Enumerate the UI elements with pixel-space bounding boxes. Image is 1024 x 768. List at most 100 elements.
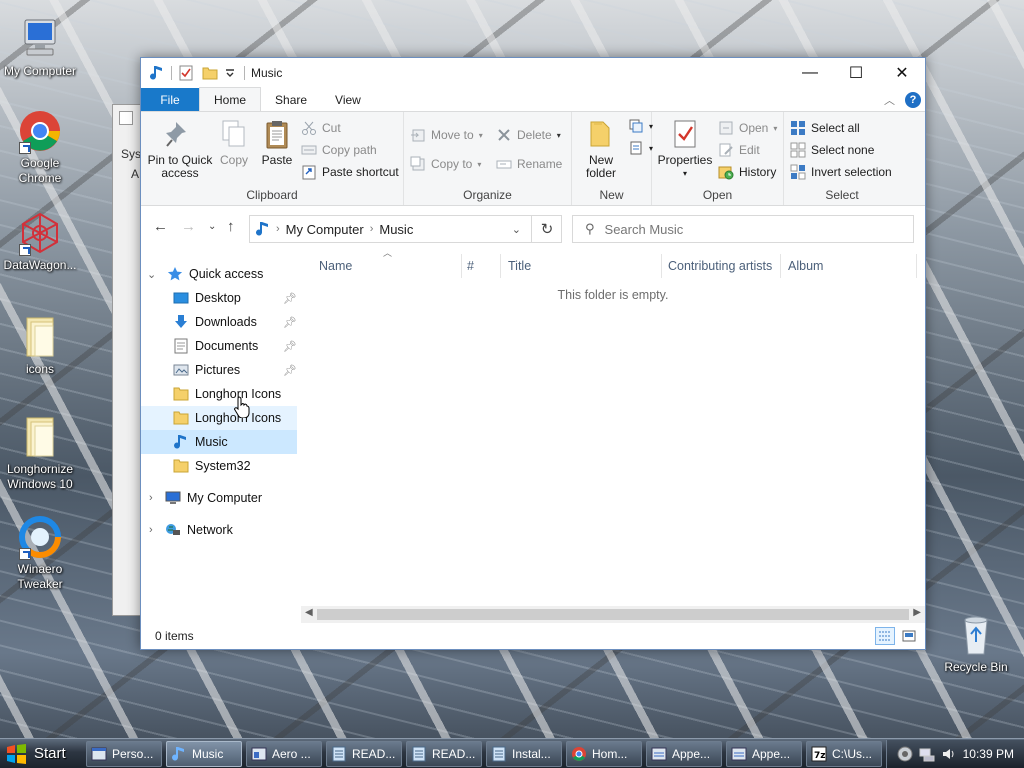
tab-share[interactable]: Share [261, 88, 321, 111]
address-bar[interactable]: › My Computer › Music ⌄ [249, 215, 562, 243]
new-item-button[interactable]: ▾ [628, 116, 653, 136]
address-dropdown-chevron-icon[interactable]: ⌄ [512, 223, 521, 236]
expand-network-chevron-icon[interactable]: › [149, 524, 153, 536]
desktop-icon-google-chrome[interactable]: Google Chrome [0, 108, 80, 186]
maximize-button[interactable]: ☐ [833, 58, 879, 88]
nav-quick-access[interactable]: Quick access [167, 262, 297, 286]
paste-shortcut-button[interactable]: Paste shortcut [301, 162, 399, 182]
taskbar-button[interactable]: Perso... [86, 740, 162, 767]
history-button[interactable]: History [718, 162, 776, 182]
breadcrumb-music[interactable]: Music [379, 222, 413, 237]
quick-access-dropdown-icon[interactable] [222, 65, 238, 81]
back-arrow-icon[interactable]: ← [153, 218, 168, 235]
desktop-icon-my-computer[interactable]: My Computer [0, 16, 80, 79]
column-divider[interactable] [661, 254, 662, 278]
speaker-icon[interactable] [941, 746, 957, 762]
scrollbar-thumb[interactable] [317, 609, 909, 620]
paste-button[interactable]: Paste [257, 116, 297, 167]
column-divider[interactable] [780, 254, 781, 278]
nav-item-longhorn-icons[interactable]: Longhorn Icons [141, 406, 297, 430]
nav-item-desktop[interactable]: Desktop 📌︎ [141, 286, 297, 310]
expand-my-computer-chevron-icon[interactable]: › [149, 492, 153, 504]
rename-button[interactable]: Rename [496, 154, 562, 174]
tab-home[interactable]: Home [199, 87, 262, 111]
invert-selection-button[interactable]: Invert selection [790, 162, 892, 182]
nav-item-downloads[interactable]: Downloads 📌︎ [141, 310, 297, 334]
file-list[interactable]: ︿ Name # Title Contributing artists Albu… [301, 248, 925, 623]
nav-item-documents[interactable]: Documents 📌︎ [141, 334, 297, 358]
recent-locations-chevron-icon[interactable]: ⌄ [208, 221, 216, 232]
column-divider[interactable] [916, 254, 917, 278]
properties-checkmark-icon[interactable] [178, 65, 194, 81]
nav-item-pictures[interactable]: Pictures 📌︎ [141, 358, 297, 382]
taskbar-button[interactable]: READ... [406, 740, 482, 767]
horizontal-scrollbar[interactable]: ◀ ▶ [301, 606, 925, 623]
nav-item-system32[interactable]: System32 [141, 454, 297, 478]
scroll-left-arrow-icon[interactable]: ◀ [305, 607, 313, 618]
help-icon[interactable]: ? [905, 92, 921, 108]
desktop-icon-datawagon[interactable]: DataWagon... [0, 210, 80, 273]
easy-access-button[interactable]: ▾ [628, 138, 653, 158]
expand-quick-access-chevron-icon[interactable]: ⌄ [147, 268, 156, 281]
pin-to-quick-access-button[interactable]: Pin to Quick access [147, 116, 213, 180]
close-button[interactable]: ✕ [879, 58, 925, 88]
taskbar-button[interactable]: Music [166, 740, 242, 767]
start-button[interactable]: Start [0, 740, 76, 768]
copy-button[interactable]: Copy [217, 116, 251, 167]
properties-button[interactable]: Properties ▾ [656, 116, 714, 180]
taskbar-button[interactable]: 7z C:\Us... [806, 740, 882, 767]
column-header-album[interactable]: Album [788, 254, 823, 278]
scroll-right-arrow-icon[interactable]: ▶ [913, 607, 921, 618]
column-divider[interactable] [461, 254, 462, 278]
nav-item-longhorn-icons[interactable]: Longhorn Icons [141, 382, 297, 406]
select-all-button[interactable]: Select all [790, 118, 860, 138]
column-divider[interactable] [500, 254, 501, 278]
search-box[interactable]: ⚲ Search Music [572, 215, 914, 243]
refresh-icon[interactable]: ↻ [531, 215, 562, 243]
desktop-icon-icons-folder[interactable]: icons [0, 314, 80, 377]
new-folder-icon[interactable] [202, 65, 218, 81]
volume-icon[interactable] [897, 746, 913, 762]
breadcrumb-my-computer[interactable]: My Computer [286, 222, 364, 237]
nav-my-computer[interactable]: My Computer [165, 486, 297, 510]
desktop-icon-recycle-bin[interactable]: Recycle Bin [936, 612, 1016, 675]
taskbar-button[interactable]: Appe... [646, 740, 722, 767]
cut-button[interactable]: Cut [301, 118, 341, 138]
tab-view[interactable]: View [321, 88, 375, 111]
move-to-button[interactable]: Move to ▾ [410, 125, 483, 145]
copy-path-button[interactable]: Copy path [301, 140, 377, 160]
details-view-icon[interactable] [875, 627, 895, 645]
search-input[interactable]: Search Music [605, 222, 684, 237]
minimize-button[interactable]: — [787, 58, 833, 88]
column-header-title[interactable]: Title [508, 254, 531, 278]
taskbar-button[interactable]: READ... [326, 740, 402, 767]
taskbar-button[interactable]: Hom... [566, 740, 642, 767]
tab-file[interactable]: File [141, 88, 199, 111]
chevron-right-icon[interactable]: › [370, 223, 374, 235]
network-tray-icon[interactable] [919, 746, 935, 762]
explorer-window[interactable]: Music — ☐ ✕ File Home Share View ︿ ? Pin… [140, 57, 926, 650]
desktop-icon-longhornize[interactable]: Longhornize Windows 10 [0, 414, 80, 492]
select-none-button[interactable]: Select none [790, 140, 874, 160]
taskbar-button[interactable]: Appe... [726, 740, 802, 767]
column-header-contributing-artists[interactable]: Contributing artists [668, 254, 772, 278]
taskbar-button[interactable]: Instal... [486, 740, 562, 767]
forward-arrow-icon[interactable]: → [181, 218, 196, 235]
new-folder-button[interactable]: New folder [576, 116, 626, 180]
edit-button[interactable]: Edit [718, 140, 760, 160]
copy-to-button[interactable]: Copy to ▾ [410, 154, 481, 174]
up-arrow-icon[interactable]: ↑ [227, 218, 235, 235]
open-button[interactable]: Open ▾ [718, 118, 777, 138]
taskbar-button[interactable]: Aero ... [246, 740, 322, 767]
column-header-number[interactable]: # [467, 254, 474, 278]
desktop-icon-winaero-tweaker[interactable]: Winaero Tweaker [0, 514, 80, 592]
column-header-name[interactable]: Name [319, 254, 352, 278]
title-bar[interactable]: Music — ☐ ✕ [141, 58, 925, 88]
delete-button[interactable]: Delete ▾ [496, 125, 561, 145]
nav-network[interactable]: Network [165, 518, 297, 542]
clock[interactable]: 10:39 PM [963, 747, 1014, 761]
collapse-ribbon-icon[interactable]: ︿ [884, 92, 895, 108]
large-icons-view-icon[interactable] [899, 627, 919, 645]
nav-item-music[interactable]: Music [141, 430, 297, 454]
chevron-right-icon[interactable]: › [276, 223, 280, 235]
